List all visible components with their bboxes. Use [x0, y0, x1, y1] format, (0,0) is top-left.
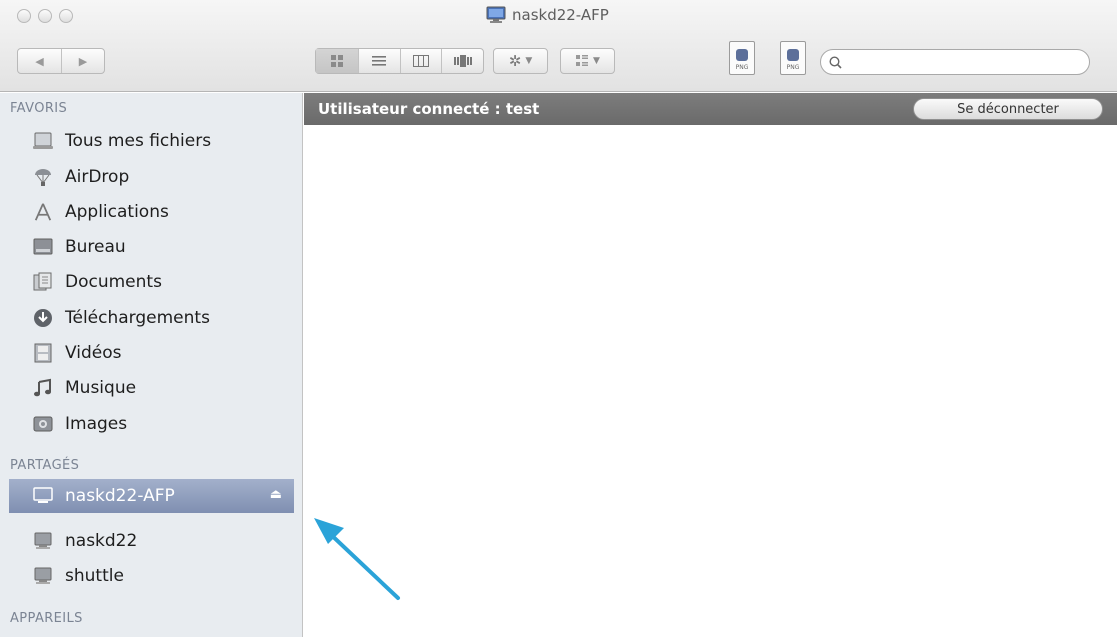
window-title-text: naskd22-AFP — [512, 6, 609, 24]
disconnect-button[interactable]: Se déconnecter — [913, 98, 1103, 120]
connection-banner: Utilisateur connecté : test Se déconnect… — [304, 93, 1117, 125]
sidebar-item-downloads[interactable]: Téléchargements — [0, 301, 303, 335]
airdrop-icon — [33, 167, 53, 187]
back-button[interactable]: ◀ — [18, 49, 61, 73]
sidebar-item-label: shuttle — [65, 566, 124, 586]
file-browser-content[interactable] — [304, 125, 1117, 637]
forward-button[interactable]: ▶ — [60, 49, 104, 73]
chevron-down-icon: ▼ — [593, 56, 600, 66]
zoom-window-button[interactable] — [59, 9, 73, 23]
sidebar-item-label: Bureau — [65, 237, 126, 257]
downloads-icon — [33, 308, 53, 328]
sidebar-item-all-files[interactable]: Tous mes fichiers — [0, 124, 303, 158]
sidebar-item-label: Tous mes fichiers — [65, 131, 212, 151]
sidebar-item-label: AirDrop — [65, 167, 130, 187]
sidebar-item-label: Téléchargements — [65, 308, 210, 328]
window-toolbar: naskd22-AFP ◀ ▶ ✲ ▼ ▼ PNG PNG — [0, 0, 1117, 92]
toolbar-png-file[interactable]: PNG — [729, 41, 755, 75]
desktop-icon — [33, 237, 53, 257]
view-mode-control — [315, 48, 484, 74]
sidebar-item-label: Images — [65, 414, 128, 434]
close-window-button[interactable] — [17, 9, 31, 23]
sidebar-item-label: Applications — [65, 202, 169, 222]
sidebar-item-naskd22-afp[interactable]: naskd22-AFP ⏏ — [9, 479, 294, 513]
music-icon — [33, 378, 53, 398]
sidebar-item-shuttle[interactable]: shuttle — [0, 559, 303, 593]
sidebar-item-label: Vidéos — [65, 343, 122, 363]
png-file-icon — [787, 49, 799, 61]
section-header-favorites: FAVORIS — [10, 101, 68, 116]
sidebar-item-music[interactable]: Musique — [0, 371, 303, 405]
columns-icon — [412, 55, 429, 67]
applications-icon — [33, 202, 53, 222]
connected-user-label: Utilisateur connecté : test — [318, 100, 540, 118]
documents-icon — [33, 272, 53, 292]
arrange-icon — [576, 55, 589, 66]
chevron-right-icon: ▶ — [78, 54, 88, 68]
all-files-icon — [33, 131, 53, 151]
section-header-devices: APPAREILS — [10, 611, 83, 626]
sidebar-item-naskd22[interactable]: naskd22 — [0, 524, 303, 558]
window-title: naskd22-AFP — [486, 4, 609, 26]
toolbar-png-file[interactable]: PNG — [780, 41, 806, 75]
grid-icon — [330, 55, 343, 67]
coverflow-view-button[interactable] — [441, 49, 483, 73]
icon-view-button[interactable] — [316, 49, 358, 73]
movies-icon — [33, 343, 53, 363]
sidebar-item-airdrop[interactable]: AirDrop — [0, 160, 303, 194]
sidebar-item-label: Musique — [65, 378, 137, 398]
server-icon — [33, 531, 53, 551]
sidebar-item-pictures[interactable]: Images — [0, 407, 303, 441]
list-icon — [372, 56, 387, 66]
pictures-icon — [33, 414, 53, 434]
column-view-button[interactable] — [399, 49, 442, 73]
window-controls — [17, 9, 73, 23]
gear-icon: ✲ — [508, 52, 522, 70]
sidebar-item-label: Documents — [65, 272, 162, 292]
minimize-window-button[interactable] — [38, 9, 52, 23]
sidebar-item-label: naskd22-AFP — [65, 486, 175, 506]
sidebar-item-movies[interactable]: Vidéos — [0, 336, 303, 370]
section-header-shared: PARTAGÉS — [10, 458, 80, 473]
server-icon — [33, 566, 53, 586]
png-file-label: PNG — [786, 64, 800, 71]
sidebar-item-applications[interactable]: Applications — [0, 195, 303, 229]
search-icon — [829, 55, 842, 69]
sidebar-item-desktop[interactable]: Bureau — [0, 230, 303, 264]
back-forward-control: ◀ ▶ — [17, 48, 105, 74]
png-file-label: PNG — [735, 64, 749, 71]
eject-icon[interactable]: ⏏ — [270, 487, 282, 502]
network-display-icon — [486, 6, 506, 23]
chevron-down-icon: ▼ — [525, 56, 533, 66]
annotation-arrow-icon — [314, 518, 400, 600]
list-view-button[interactable] — [357, 49, 400, 73]
search-field[interactable] — [820, 49, 1090, 75]
action-menu-button[interactable]: ✲ ▼ — [493, 48, 548, 74]
sidebar-item-documents[interactable]: Documents — [0, 265, 303, 299]
sidebar: FAVORIS Tous mes fichiers AirDrop Applic… — [0, 93, 303, 637]
arrange-menu-button[interactable]: ▼ — [560, 48, 615, 74]
sidebar-item-label: naskd22 — [65, 531, 138, 551]
png-file-icon — [736, 49, 748, 61]
chevron-left-icon: ◀ — [35, 54, 44, 68]
coverflow-icon — [453, 55, 472, 67]
network-display-icon — [33, 486, 53, 506]
search-input[interactable] — [848, 54, 1089, 70]
